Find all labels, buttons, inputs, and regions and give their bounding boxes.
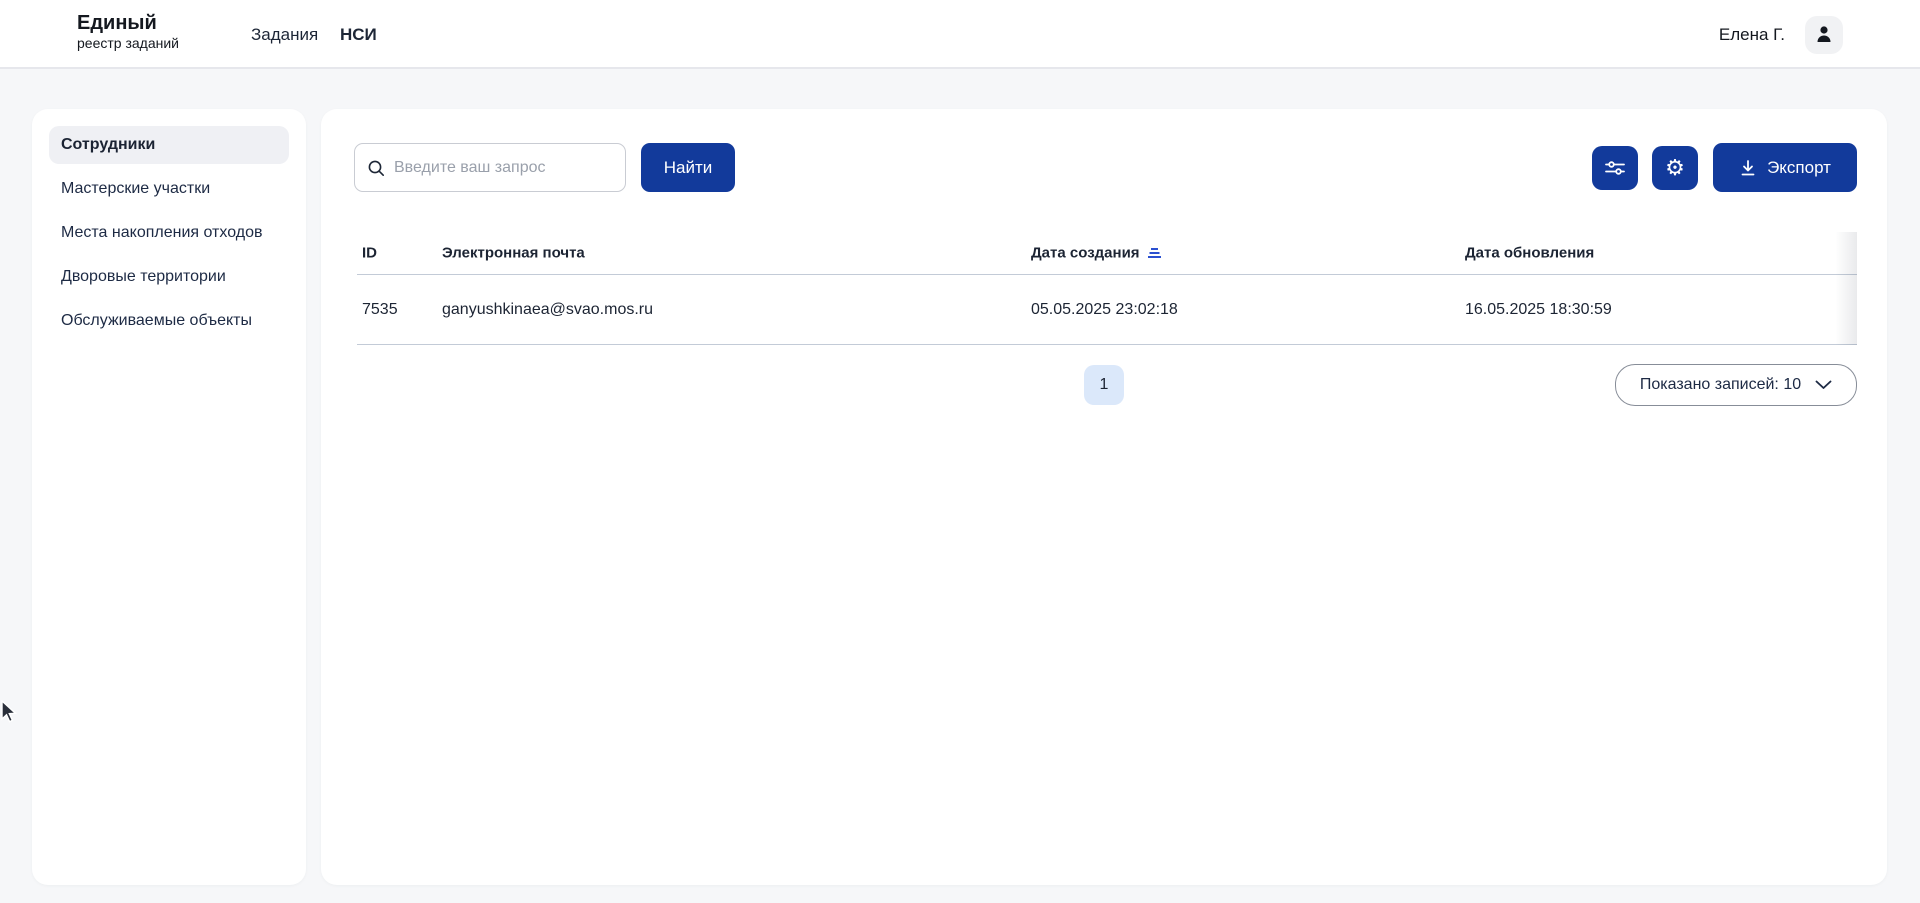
app-logo-title: Единый [77,12,157,34]
person-icon [1814,24,1834,47]
gear-icon: ⚙ [1665,155,1685,180]
filter-button[interactable] [1592,146,1638,190]
find-button[interactable]: Найти [641,143,735,192]
page-1-button[interactable]: 1 [1084,365,1124,405]
table-row[interactable]: 7535 ganyushkinaea@svao.mos.ru 05.05.202… [357,275,1857,345]
sort-ascending-icon[interactable] [1147,247,1162,260]
search-box [354,143,626,192]
user-name: Елена Г. [1718,24,1785,44]
cell-email: ganyushkinaea@svao.mos.ru [442,300,654,318]
column-header-email[interactable]: Электронная почта [442,245,585,262]
page-size-label: Показано записей: 10 [1639,376,1802,393]
sidebar-item-workshop-areas[interactable]: Мастерские участки [49,170,289,208]
app-logo-subtitle: реестр заданий [77,35,179,51]
app-logo: Единый реестр заданий [77,11,179,52]
chevron-down-icon [1815,380,1832,390]
column-header-created-label: Дата создания [1031,244,1140,262]
sidebar-item-serviced-objects[interactable]: Обслуживаемые объекты [49,302,289,340]
sidebar: Сотрудники Мастерские участки Места нако… [32,109,306,885]
page-size-select[interactable]: Показано записей: 10 [1615,364,1857,406]
column-header-id[interactable]: ID [362,245,377,262]
sidebar-item-employees[interactable]: Сотрудники [49,126,289,164]
cell-updated: 16.05.2025 18:30:59 [1465,300,1612,318]
nav-item-nsi[interactable]: НСИ [340,0,377,69]
avatar[interactable] [1805,16,1843,54]
cell-id: 7535 [362,300,398,318]
sidebar-item-waste-sites[interactable]: Места накопления отходов [49,214,289,252]
employees-table: ID Электронная почта Дата создания Дата … [357,232,1857,345]
sliders-icon [1604,159,1626,177]
mouse-cursor [1,699,18,729]
sidebar-item-yard-territories[interactable]: Дворовые территории [49,258,289,296]
export-button-label: Экспорт [1767,157,1831,177]
cell-created: 05.05.2025 23:02:18 [1031,300,1178,318]
nav-item-tasks[interactable]: Задания [251,0,318,69]
search-input[interactable] [394,158,613,177]
table-header-row: ID Электронная почта Дата создания Дата … [357,232,1857,275]
settings-button[interactable]: ⚙ [1652,146,1698,190]
export-button[interactable]: Экспорт [1713,143,1857,192]
column-header-updated[interactable]: Дата обновления [1465,245,1594,262]
search-icon [367,159,385,177]
main-panel: Найти ⚙ Экспорт ID Электронная почта [321,109,1887,885]
top-bar: Единый реестр заданий Задания НСИ Елена … [0,0,1920,69]
column-header-created[interactable]: Дата создания [1031,245,1162,262]
download-icon [1739,159,1757,177]
